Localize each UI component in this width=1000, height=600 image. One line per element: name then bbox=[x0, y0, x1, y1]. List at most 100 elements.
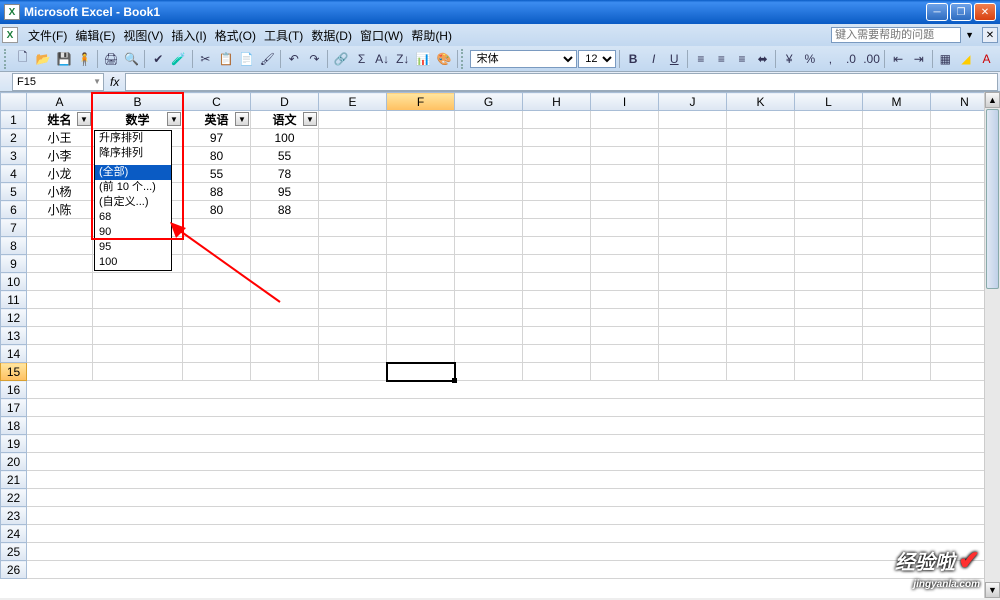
fx-icon[interactable]: fx bbox=[110, 75, 119, 89]
align-right-icon[interactable]: ≡ bbox=[732, 49, 752, 69]
cell[interactable] bbox=[523, 147, 591, 165]
format-painter-icon[interactable]: 🖌 bbox=[257, 49, 277, 69]
drawing-icon[interactable]: 🎨 bbox=[434, 49, 454, 69]
col-header-E[interactable]: E bbox=[319, 93, 387, 111]
col-header-G[interactable]: G bbox=[455, 93, 523, 111]
cell[interactable] bbox=[795, 345, 863, 363]
currency-icon[interactable]: ¥ bbox=[779, 49, 799, 69]
cell[interactable] bbox=[523, 291, 591, 309]
cell[interactable] bbox=[319, 273, 387, 291]
research-icon[interactable]: 🧪 bbox=[169, 49, 189, 69]
align-center-icon[interactable]: ≡ bbox=[712, 49, 732, 69]
cell[interactable] bbox=[387, 183, 455, 201]
row-header[interactable]: 8 bbox=[1, 237, 27, 255]
filter-custom[interactable]: (自定义...) bbox=[95, 195, 171, 210]
preview-icon[interactable]: 🔍 bbox=[122, 49, 142, 69]
cell[interactable] bbox=[523, 111, 591, 129]
cell[interactable] bbox=[319, 345, 387, 363]
cell[interactable] bbox=[863, 183, 931, 201]
cell[interactable] bbox=[727, 183, 795, 201]
col-header-M[interactable]: M bbox=[863, 93, 931, 111]
cell[interactable] bbox=[591, 201, 659, 219]
dec-decimal-icon[interactable]: .00 bbox=[862, 49, 882, 69]
dec-indent-icon[interactable]: ⇤ bbox=[888, 49, 908, 69]
cell[interactable] bbox=[455, 237, 523, 255]
merge-icon[interactable]: ⬌ bbox=[753, 49, 773, 69]
cut-icon[interactable]: ✂ bbox=[196, 49, 216, 69]
cell[interactable] bbox=[863, 291, 931, 309]
cell[interactable] bbox=[863, 147, 931, 165]
cell[interactable] bbox=[727, 237, 795, 255]
filter-button-B[interactable]: ▼ bbox=[167, 112, 181, 126]
cell[interactable]: 80 bbox=[183, 147, 251, 165]
row-header[interactable]: 17 bbox=[1, 399, 27, 417]
cell[interactable] bbox=[591, 165, 659, 183]
cell[interactable] bbox=[659, 345, 727, 363]
cell[interactable] bbox=[455, 309, 523, 327]
cell[interactable] bbox=[183, 291, 251, 309]
cell[interactable] bbox=[251, 309, 319, 327]
cell-C1[interactable]: 英语▼ bbox=[183, 111, 251, 129]
cell[interactable] bbox=[727, 291, 795, 309]
cell[interactable] bbox=[387, 219, 455, 237]
cell[interactable] bbox=[863, 237, 931, 255]
cell[interactable] bbox=[387, 165, 455, 183]
cell[interactable] bbox=[183, 273, 251, 291]
cell[interactable] bbox=[27, 327, 93, 345]
cell[interactable] bbox=[387, 111, 455, 129]
scroll-down-icon[interactable]: ▼ bbox=[985, 582, 1000, 598]
cell[interactable] bbox=[863, 345, 931, 363]
cell[interactable] bbox=[93, 327, 183, 345]
cell[interactable] bbox=[319, 219, 387, 237]
cell[interactable] bbox=[455, 363, 523, 381]
cell[interactable] bbox=[659, 201, 727, 219]
cell[interactable]: 95 bbox=[251, 183, 319, 201]
cell[interactable] bbox=[795, 363, 863, 381]
cell[interactable] bbox=[319, 147, 387, 165]
menu-tools[interactable]: 工具(T) bbox=[260, 25, 307, 46]
cell[interactable] bbox=[523, 129, 591, 147]
filter-sort-asc[interactable]: 升序排列 bbox=[95, 131, 171, 146]
cell[interactable] bbox=[523, 309, 591, 327]
inc-indent-icon[interactable]: ⇥ bbox=[909, 49, 929, 69]
row-header[interactable]: 18 bbox=[1, 417, 27, 435]
cell[interactable] bbox=[795, 291, 863, 309]
undo-icon[interactable]: ↶ bbox=[284, 49, 304, 69]
col-header-C[interactable]: C bbox=[183, 93, 251, 111]
cell[interactable] bbox=[455, 291, 523, 309]
toolbar-handle[interactable] bbox=[4, 49, 9, 69]
cell[interactable] bbox=[523, 363, 591, 381]
row-header[interactable]: 21 bbox=[1, 471, 27, 489]
cell[interactable] bbox=[387, 345, 455, 363]
cell[interactable] bbox=[387, 129, 455, 147]
app-icon[interactable]: X bbox=[2, 27, 18, 43]
cell[interactable] bbox=[659, 363, 727, 381]
filter-value[interactable]: 100 bbox=[95, 255, 171, 270]
cell[interactable] bbox=[319, 309, 387, 327]
cell[interactable] bbox=[455, 201, 523, 219]
cell[interactable] bbox=[591, 111, 659, 129]
cell[interactable] bbox=[727, 363, 795, 381]
cell[interactable] bbox=[659, 309, 727, 327]
cell[interactable] bbox=[523, 327, 591, 345]
cell[interactable] bbox=[251, 291, 319, 309]
filter-button-C[interactable]: ▼ bbox=[235, 112, 249, 126]
cell[interactable] bbox=[455, 183, 523, 201]
cell[interactable] bbox=[319, 183, 387, 201]
cell[interactable] bbox=[319, 291, 387, 309]
italic-icon[interactable]: I bbox=[644, 49, 664, 69]
row-header[interactable]: 4 bbox=[1, 165, 27, 183]
cell[interactable]: 88 bbox=[251, 201, 319, 219]
col-header-A[interactable]: A bbox=[27, 93, 93, 111]
cell[interactable] bbox=[27, 237, 93, 255]
cell[interactable] bbox=[863, 309, 931, 327]
cell[interactable] bbox=[455, 327, 523, 345]
scroll-up-icon[interactable]: ▲ bbox=[985, 92, 1000, 108]
cell[interactable] bbox=[387, 201, 455, 219]
cell[interactable] bbox=[863, 165, 931, 183]
cell-D1[interactable]: 语文▼ bbox=[251, 111, 319, 129]
cell[interactable] bbox=[251, 255, 319, 273]
filter-sort-desc[interactable]: 降序排列 bbox=[95, 146, 171, 161]
permission-icon[interactable]: 🧍 bbox=[75, 49, 95, 69]
sort-desc-icon[interactable]: Z↓ bbox=[393, 49, 413, 69]
